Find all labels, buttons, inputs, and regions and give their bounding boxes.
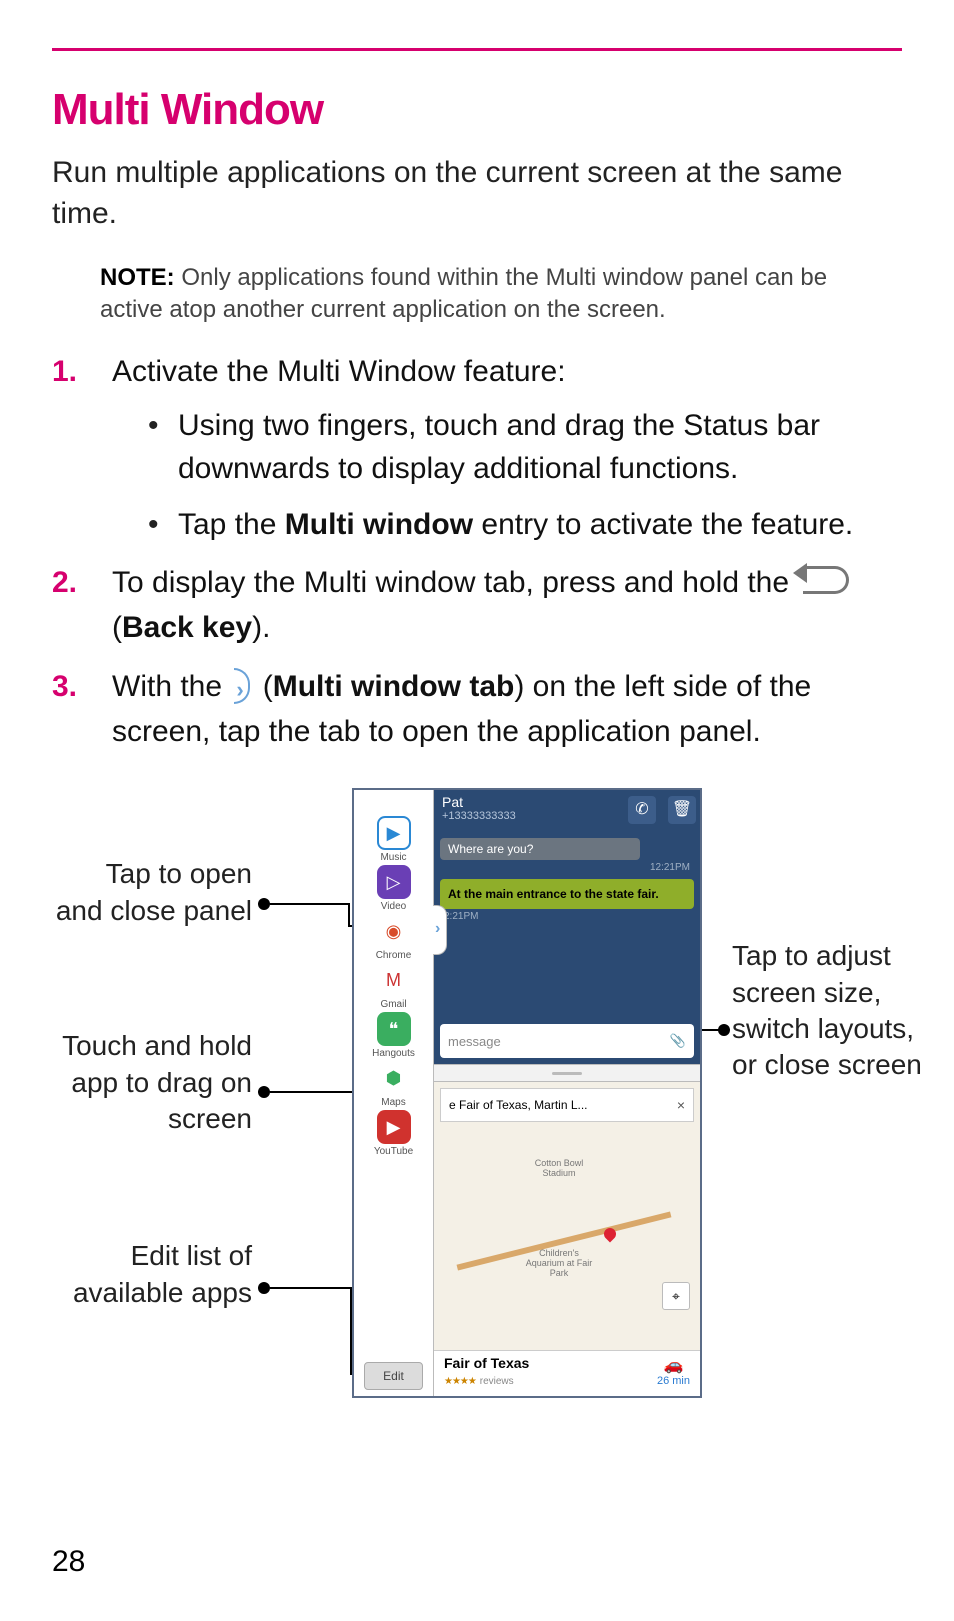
call-icon[interactable]: ✆ — [628, 796, 656, 824]
panel-app-video[interactable]: ▷ Video — [364, 865, 424, 912]
maps-search-text: e Fair of Texas, Martin L... — [449, 1098, 588, 1112]
callout-open-close-panel: Tap to open and close panel — [52, 856, 252, 929]
maps-place-card[interactable]: Fair of Texas ★★★★ reviews 🚗 26 min — [434, 1350, 700, 1396]
step-number: 2. — [52, 560, 77, 605]
panel-app-label: Maps — [364, 1097, 424, 1108]
panel-app-gmail[interactable]: M Gmail — [364, 963, 424, 1010]
message-time: 12:21PM — [434, 862, 700, 877]
gmail-icon: M — [377, 963, 411, 997]
outgoing-message: At the main entrance to the state fair. — [440, 879, 694, 909]
callout-drag-app: Touch and hold app to drag on screen — [52, 1028, 252, 1137]
back-key-icon — [803, 566, 849, 594]
message-input[interactable]: message 📎 — [440, 1024, 694, 1058]
step-1: 1. Activate the Multi Window feature: Us… — [52, 349, 902, 547]
multi-window-divider[interactable] — [434, 1064, 700, 1082]
hangouts-icon: ❝ — [377, 1012, 411, 1046]
callout-lead — [270, 1287, 350, 1289]
music-icon: ▶ — [377, 816, 411, 850]
callout-lead — [270, 903, 348, 905]
panel-app-maps[interactable]: ⬢ Maps — [364, 1061, 424, 1108]
callout-lead — [348, 903, 350, 925]
step-text: Activate the Multi Window feature: — [112, 355, 566, 388]
callout-dot — [258, 1282, 270, 1294]
panel-tab-handle[interactable] — [433, 905, 447, 955]
car-icon: 🚗 — [657, 1355, 690, 1375]
panel-app-hangouts[interactable]: ❝ Hangouts — [364, 1012, 424, 1059]
maps-search-bar[interactable]: e Fair of Texas, Martin L... × — [440, 1088, 694, 1122]
panel-app-label: Music — [364, 852, 424, 863]
map-poi-label: Cotton Bowl Stadium — [524, 1158, 594, 1178]
callout-adjust-size: Tap to adjust screen size, switch layout… — [732, 938, 922, 1084]
messaging-pane: Where are you? 12:21PM At the main entra… — [434, 834, 700, 1064]
video-icon: ▷ — [377, 865, 411, 899]
page-title: Multi Window — [52, 85, 902, 135]
clear-search-icon[interactable]: × — [677, 1097, 685, 1113]
panel-app-label: Gmail — [364, 999, 424, 1010]
map-poi-label: Children's Aquarium at Fair Park — [524, 1248, 594, 1278]
panel-app-label: YouTube — [364, 1146, 424, 1157]
step-1a: Using two fingers, touch and drag the St… — [148, 404, 902, 491]
messaging-title-bar: Pat +13333333333 ✆ 🗑 — [434, 790, 700, 834]
place-reviews: reviews — [480, 1376, 514, 1387]
maps-icon: ⬢ — [377, 1061, 411, 1095]
edit-panel-button[interactable]: Edit — [364, 1362, 423, 1390]
step-1b: Tap the Multi window entry to activate t… — [148, 503, 902, 547]
map-canvas[interactable]: Cotton Bowl Stadium Children's Aquarium … — [434, 1128, 700, 1318]
step-number: 3. — [52, 664, 77, 709]
attach-icon[interactable]: 📎 — [670, 1033, 686, 1049]
youtube-icon: ▶ — [377, 1110, 411, 1144]
message-time: 2:21PM — [434, 911, 700, 926]
callout-dot — [258, 898, 270, 910]
panel-app-label: Hangouts — [364, 1048, 424, 1059]
callout-edit-apps: Edit list of available apps — [52, 1238, 252, 1311]
message-input-placeholder: message — [448, 1034, 501, 1049]
page-number: 28 — [52, 1545, 85, 1579]
incoming-message: Where are you? — [440, 838, 640, 860]
phone-screenshot: Pat +13333333333 ✆ 🗑 Where are you? 12:2… — [352, 788, 702, 1398]
rating-stars-icon: ★★★★ — [444, 1376, 476, 1387]
intro-text: Run multiple applications on the current… — [52, 153, 902, 234]
delete-icon[interactable]: 🗑 — [668, 796, 696, 824]
top-rule — [52, 48, 902, 51]
panel-app-youtube[interactable]: ▶ YouTube — [364, 1110, 424, 1157]
panel-app-label: Video — [364, 901, 424, 912]
figure: Tap to open and close panel Touch and ho… — [52, 780, 902, 1420]
callout-dot — [258, 1086, 270, 1098]
my-location-button[interactable]: ⌖ — [662, 1282, 690, 1310]
place-title: Fair of Texas — [444, 1355, 529, 1371]
note-text: Only applications found within the Multi… — [100, 264, 827, 323]
step-2: 2. To display the Multi window tab, pres… — [52, 560, 902, 650]
chrome-icon: ◉ — [377, 914, 411, 948]
panel-app-label: Chrome — [364, 950, 424, 961]
maps-pane: e Fair of Texas, Martin L... × Cotton Bo… — [434, 1082, 700, 1396]
step-3: 3. With the (Multi window tab) on the le… — [52, 664, 902, 754]
panel-app-chrome[interactable]: ◉ Chrome — [364, 914, 424, 961]
note-block: NOTE: Only applications found within the… — [100, 262, 862, 327]
multi-window-panel: ▶ Music ▷ Video ◉ Chrome M Gmail ❝ Hangouts ⬢ Maps ▶… — [354, 790, 434, 1396]
note-label: NOTE: — [100, 264, 175, 291]
step-number: 1. — [52, 349, 77, 394]
drive-eta: 26 min — [657, 1375, 690, 1387]
panel-app-music[interactable]: ▶ Music — [364, 816, 424, 863]
multi-window-tab-icon — [234, 668, 250, 704]
